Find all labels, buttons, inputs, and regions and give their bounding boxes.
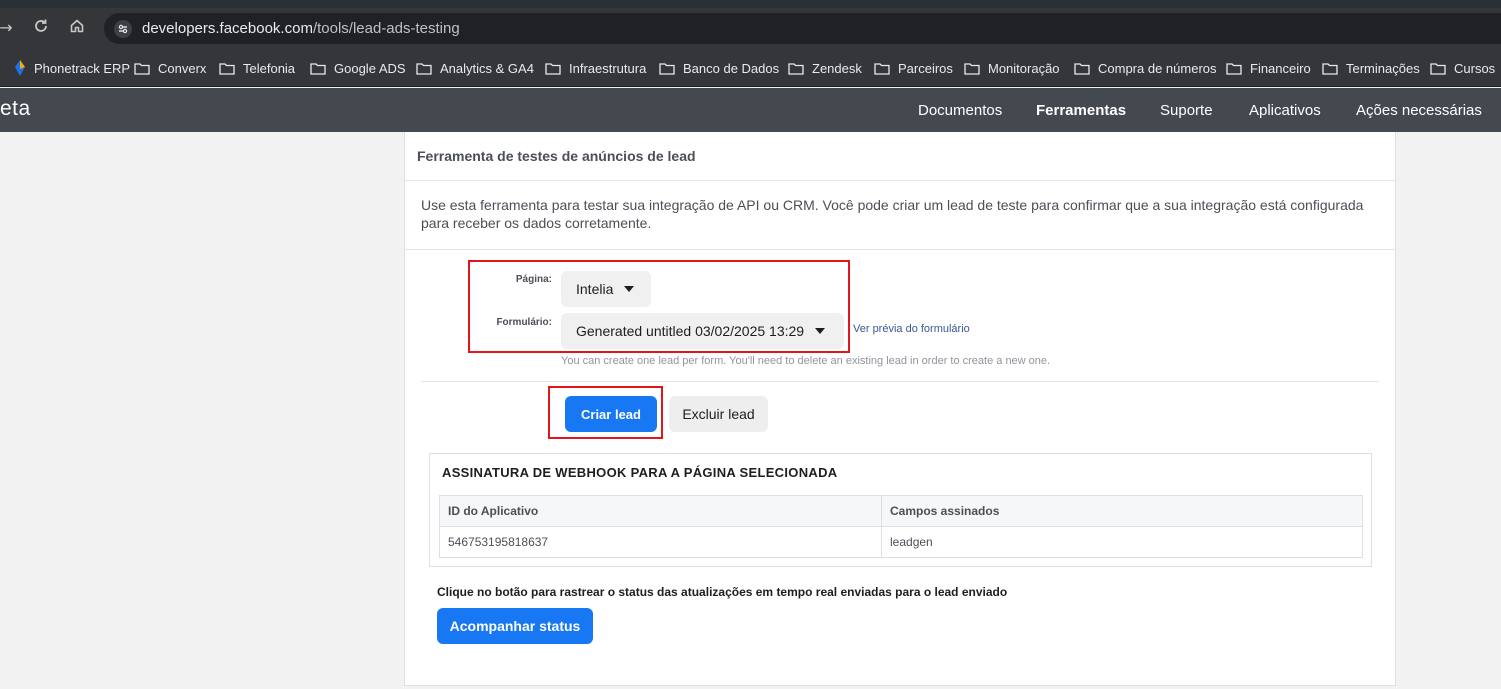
bookmark-folder[interactable]: Google ADS — [310, 59, 406, 77]
folder-icon — [1074, 62, 1090, 75]
table-header-row: ID do Aplicativo Campos assinados — [439, 495, 1363, 527]
bookmark-folder[interactable]: Analytics & GA4 — [416, 59, 534, 77]
bookmark-phonetrack[interactable]: Phonetrack ERP — [14, 59, 130, 77]
folder-icon — [1226, 62, 1242, 75]
nav-suporte[interactable]: Suporte — [1160, 102, 1213, 119]
divider — [421, 381, 1379, 382]
meta-logo[interactable]: eta — [0, 97, 31, 121]
bookmarks-bar: Phonetrack ERP Converx Telefonia Google … — [0, 48, 1501, 87]
webhook-title: ASSINATURA DE WEBHOOK PARA A PÁGINA SELE… — [442, 465, 838, 480]
annotation-highlight-box — [468, 260, 850, 353]
column-header: Campos assinados — [881, 495, 1363, 527]
folder-icon — [219, 62, 235, 75]
address-bar[interactable]: developers.facebook.com/tools/lead-ads-t… — [104, 13, 1501, 44]
nav-ferramentas[interactable]: Ferramentas — [1036, 102, 1126, 119]
folder-icon — [134, 62, 150, 75]
nav-acoes-necessarias[interactable]: Ações necessárias — [1356, 102, 1482, 119]
form-preview-link[interactable]: Ver prévia do formulário — [853, 323, 970, 335]
phonetrack-logo-icon — [15, 60, 25, 76]
bookmark-folder[interactable]: Parceiros — [874, 59, 953, 77]
folder-icon — [788, 62, 804, 75]
webhook-subscription-box: ASSINATURA DE WEBHOOK PARA A PÁGINA SELE… — [429, 453, 1372, 567]
folder-icon — [964, 62, 980, 75]
site-settings-icon[interactable] — [114, 20, 132, 38]
tool-title: Ferramenta de testes de anúncios de lead — [417, 148, 696, 164]
track-status-button[interactable]: Acompanhar status — [437, 608, 593, 644]
lead-ads-testing-card: Ferramenta de testes de anúncios de lead… — [404, 132, 1396, 686]
nav-documentos[interactable]: Documentos — [918, 102, 1002, 119]
webhook-table: ID do Aplicativo Campos assinados 546753… — [439, 495, 1363, 558]
browser-toolbar: → developers.facebook.com/tools/lead-ads… — [0, 8, 1501, 48]
folder-icon — [310, 62, 326, 75]
bookmark-folder[interactable]: Infraestrutura — [545, 59, 646, 77]
bookmark-folder[interactable]: Financeiro — [1226, 59, 1311, 77]
divider — [405, 249, 1395, 250]
folder-icon — [1322, 62, 1338, 75]
column-header: ID do Aplicativo — [439, 495, 882, 527]
folder-icon — [659, 62, 675, 75]
tool-intro: Use esta ferramenta para testar sua inte… — [421, 197, 1364, 231]
bookmark-folder[interactable]: Monitoração — [964, 59, 1060, 77]
bookmark-folder[interactable]: Terminações — [1322, 59, 1420, 77]
bookmark-folder[interactable]: Banco de Dados — [659, 59, 779, 77]
table-row: 546753195818637 leadgen — [439, 526, 1363, 558]
browser-tab-strip — [0, 0, 1501, 8]
reload-icon[interactable] — [31, 18, 51, 38]
home-icon[interactable] — [67, 18, 87, 38]
url-text: developers.facebook.com/tools/lead-ads-t… — [142, 20, 460, 37]
delete-lead-button[interactable]: Excluir lead — [669, 396, 768, 432]
app-id-cell: 546753195818637 — [439, 526, 882, 558]
bookmark-folder[interactable]: Compra de números — [1074, 59, 1217, 77]
divider — [405, 180, 1395, 181]
bookmark-folder[interactable]: Zendesk — [788, 59, 862, 77]
create-lead-button[interactable]: Criar lead — [565, 396, 657, 432]
bookmark-folder[interactable]: Telefonia — [219, 59, 295, 77]
forward-icon[interactable]: → — [0, 18, 16, 38]
folder-icon — [1430, 62, 1446, 75]
folder-icon — [545, 62, 561, 75]
nav-aplicativos[interactable]: Aplicativos — [1249, 102, 1321, 119]
one-lead-hint: You can create one lead per form. You'll… — [561, 355, 1051, 367]
folder-icon — [874, 62, 890, 75]
bookmark-folder[interactable]: Cursos — [1430, 59, 1495, 77]
track-status-description: Clique no botão para rastrear o status d… — [437, 585, 1008, 599]
meta-nav-bar: eta Documentos Ferramentas Suporte Aplic… — [0, 88, 1501, 132]
folder-icon — [416, 62, 432, 75]
subscribed-fields-cell: leadgen — [881, 526, 1363, 558]
bookmark-folder[interactable]: Converx — [134, 59, 206, 77]
